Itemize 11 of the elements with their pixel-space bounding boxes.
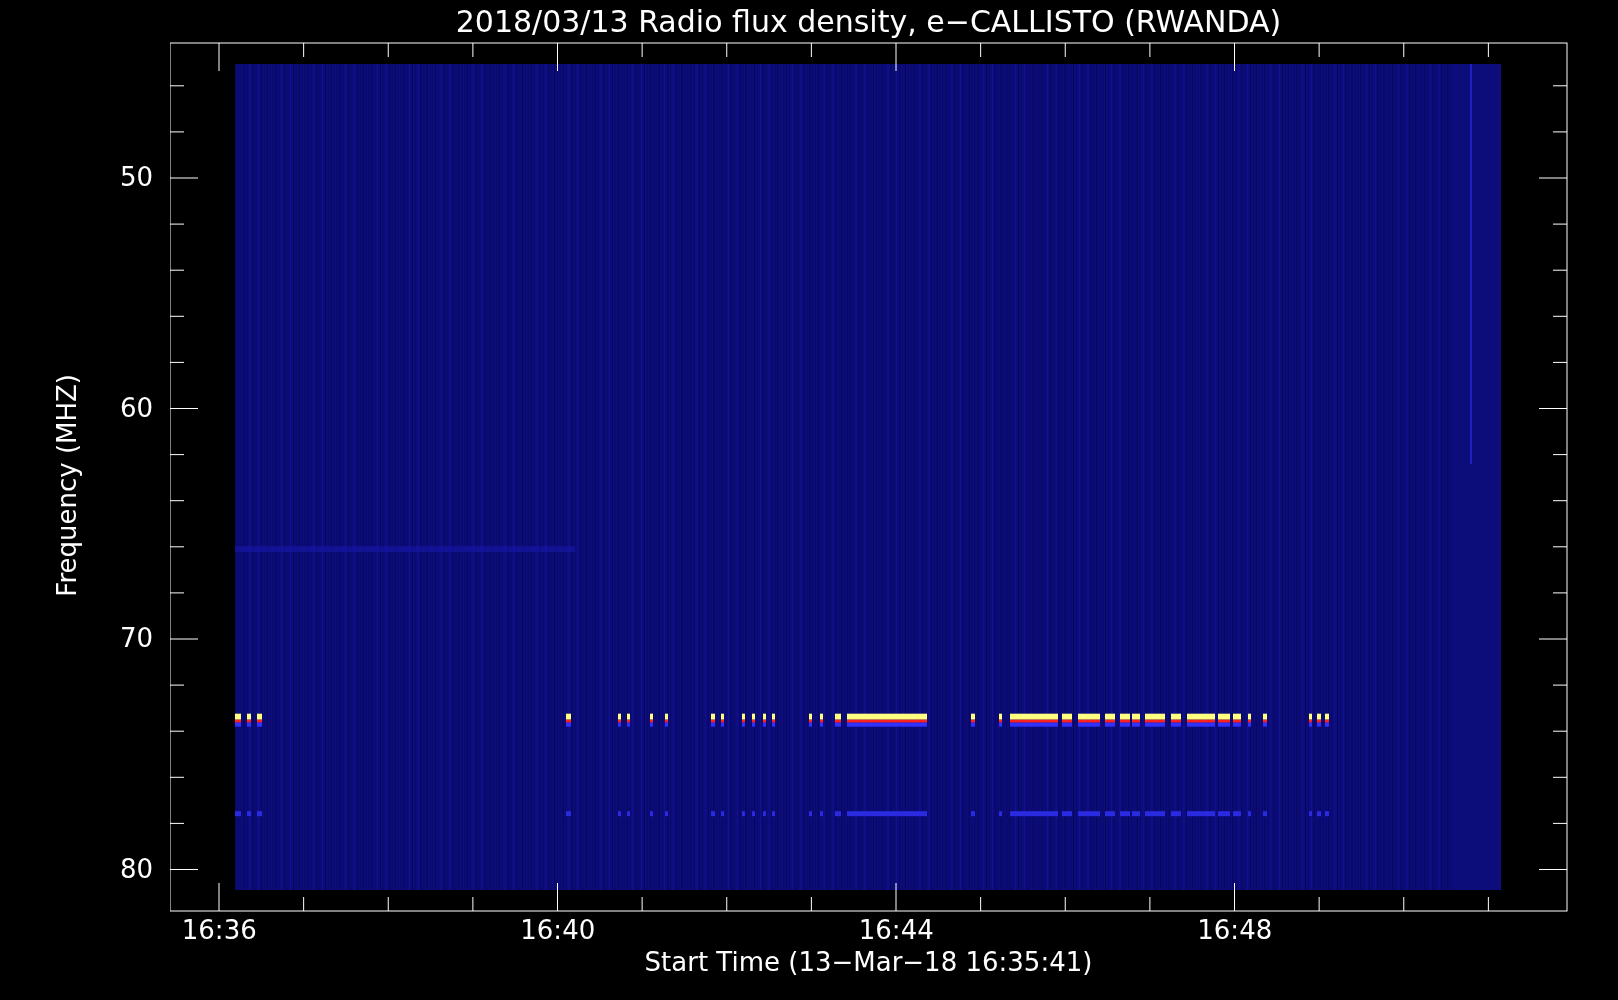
tick-label: 50 xyxy=(119,162,153,194)
tick-label: 70 xyxy=(119,623,153,655)
axis-label: Frequency (MHZ) xyxy=(51,373,83,597)
tick-label: 16:36 xyxy=(181,915,257,947)
tick-label: 16:48 xyxy=(1197,915,1273,947)
tick-label: 16:44 xyxy=(858,915,934,947)
plot-title: 2018/03/13 Radio flux density, e−CALLISTO (RWANDA) xyxy=(455,4,1282,40)
tick-label: 80 xyxy=(119,853,153,886)
tick-label: 60 xyxy=(119,392,153,425)
axis-label: Start Time (13−Mar−18 16:35:41) xyxy=(644,947,1093,979)
tick-label: 16:40 xyxy=(520,915,596,947)
